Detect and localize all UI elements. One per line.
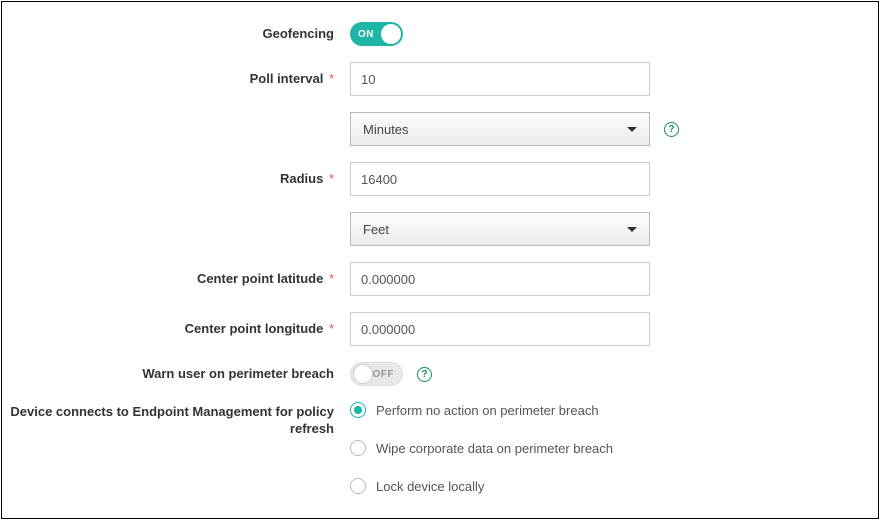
radio-label: Lock device locally [376, 479, 484, 494]
toggle-knob [381, 24, 401, 44]
geofencing-label: Geofencing [2, 26, 350, 43]
toggle-knob [353, 364, 373, 384]
radius-input[interactable] [350, 162, 650, 196]
warn-label: Warn user on perimeter breach [2, 366, 350, 383]
warn-toggle[interactable]: OFF [350, 362, 403, 386]
poll-interval-unit-select[interactable]: Minutes [350, 112, 650, 146]
policy-refresh-radio-group: Perform no action on perimeter breach Wi… [350, 402, 613, 494]
toggle-off-text: OFF [373, 369, 395, 380]
chevron-down-icon [627, 227, 637, 232]
longitude-label: Center point longitude * [2, 321, 350, 338]
radio-lock[interactable]: Lock device locally [350, 478, 613, 494]
policy-refresh-label: Device connects to Endpoint Management f… [2, 402, 350, 438]
toggle-on-text: ON [358, 29, 374, 40]
radio-no-action[interactable]: Perform no action on perimeter breach [350, 402, 613, 418]
geofencing-toggle[interactable]: ON [350, 22, 403, 46]
radio-icon [350, 440, 366, 456]
radius-label: Radius * [2, 171, 350, 188]
radio-label: Wipe corporate data on perimeter breach [376, 441, 613, 456]
poll-interval-unit-value: Minutes [363, 122, 409, 137]
latitude-input[interactable] [350, 262, 650, 296]
radio-icon [350, 478, 366, 494]
radio-icon [350, 402, 366, 418]
longitude-input[interactable] [350, 312, 650, 346]
latitude-label: Center point latitude * [2, 271, 350, 288]
radius-unit-value: Feet [363, 222, 389, 237]
poll-interval-label: Poll interval * [2, 71, 350, 88]
poll-interval-input[interactable] [350, 62, 650, 96]
help-icon[interactable]: ? [664, 122, 679, 137]
radio-label: Perform no action on perimeter breach [376, 403, 599, 418]
help-icon[interactable]: ? [417, 367, 432, 382]
radio-wipe[interactable]: Wipe corporate data on perimeter breach [350, 440, 613, 456]
radius-unit-select[interactable]: Feet [350, 212, 650, 246]
chevron-down-icon [627, 127, 637, 132]
